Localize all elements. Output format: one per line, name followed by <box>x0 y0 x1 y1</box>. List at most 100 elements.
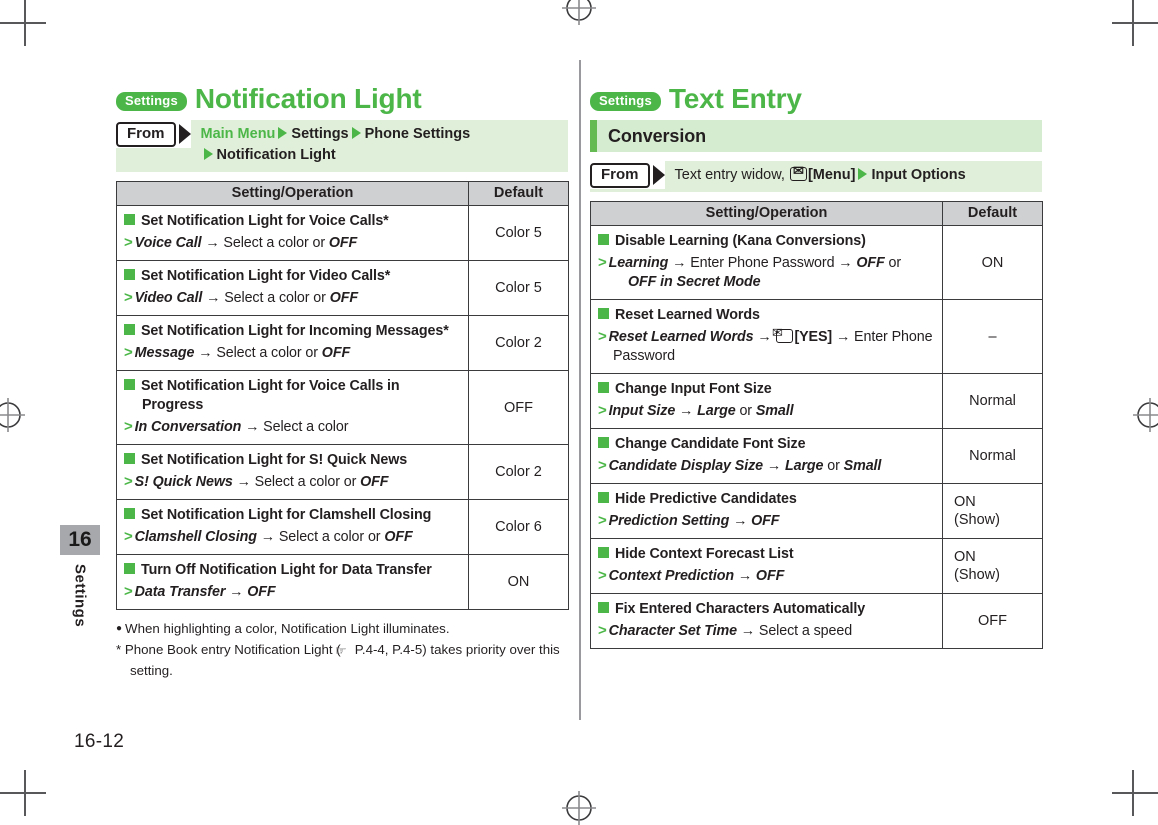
default-value-cell: Normal <box>942 373 1043 430</box>
step-line2: OFF in Secret Mode <box>628 274 761 291</box>
setting-title-text: Fix Entered Characters Automatically <box>615 601 866 618</box>
setting-operation-cell: Set Notification Light for S! Quick News… <box>116 444 469 501</box>
green-square-icon <box>598 382 609 394</box>
crop-mark-top-left-horizontal <box>0 22 46 24</box>
step-chevron-icon: > <box>598 402 607 420</box>
default-value-cell: Color 2 <box>468 444 569 501</box>
default-value-cell: Color 5 <box>468 205 569 262</box>
breadcrumb-input-options: Input Options <box>871 167 966 184</box>
step-tail: OFF <box>360 474 389 491</box>
setting-operation-cell: Set Notification Light for Clamshell Clo… <box>116 499 469 556</box>
setting-step: > Reset Learned Words → ✉ [YES] → Enter Ph… <box>598 326 936 366</box>
step-rest: → Select a color or <box>194 345 322 362</box>
step-chevron-icon: > <box>598 567 607 585</box>
envelope-menu-icon: ✉ <box>772 326 794 344</box>
setting-title-text: Set Notification Light for S! Quick News <box>141 452 408 469</box>
step-menu-name: Learning <box>608 255 669 272</box>
step-tail3: Small <box>755 403 794 420</box>
default-value-cell: ON (Show) <box>942 538 1043 595</box>
from-arrow-icon <box>178 124 191 145</box>
setting-step: > S! Quick News → Select a color or OFF <box>124 472 462 492</box>
left-column: Settings Notification Light From Main Me… <box>116 84 569 681</box>
table-row: Disable Learning (Kana Conversions) > Lea… <box>590 225 1043 301</box>
crop-mark-bottom-left-horizontal <box>0 792 46 794</box>
left-from-path-text: Main Menu Settings Phone Settings Notifica… <box>191 120 477 172</box>
table-row: Change Candidate Font Size > Candidate Di… <box>590 428 1043 485</box>
setting-title: Set Notification Light for Voice Calls* <box>124 212 462 231</box>
setting-step: > Video Call → Select a color or OFF <box>124 288 462 308</box>
setting-operation-cell: Turn Off Notification Light for Data Tra… <box>116 554 469 611</box>
setting-operation-cell: Change Input Font Size > Input Size → Lar… <box>590 373 943 430</box>
step-rest: → Select a color <box>241 419 349 436</box>
default-value-cell: Color 2 <box>468 315 569 372</box>
step-chevron-icon: > <box>124 418 133 436</box>
table-row: Reset Learned Words > Reset Learned Words… <box>590 299 1043 375</box>
setting-operation-cell: Hide Context Forecast List > Context Pred… <box>590 538 943 595</box>
setting-operation-cell: Set Notification Light for Voice Calls* … <box>116 205 469 262</box>
subsection-header: Conversion <box>590 120 1042 153</box>
table-row: Set Notification Light for S! Quick News… <box>116 444 569 501</box>
asterisk-marker: * <box>116 641 122 657</box>
step-rest: → <box>763 458 785 475</box>
step-chevron-icon: > <box>124 583 133 601</box>
envelope-menu-icon: ✉ <box>789 164 807 182</box>
left-from-path-band: From Main Menu Settings Phone Settings Not… <box>116 120 568 173</box>
step-chevron-icon: > <box>598 512 607 530</box>
subsection-accent-bar <box>590 120 597 153</box>
right-section-heading: Settings Text Entry <box>590 84 1042 113</box>
step-rest: → Select a speed <box>736 623 853 640</box>
setting-step: > Message → Select a color or OFF <box>124 343 462 363</box>
step-tail: OFF <box>856 255 885 272</box>
breadcrumb-phone-settings: Phone Settings <box>364 126 471 143</box>
left-section-heading: Settings Notification Light <box>116 84 568 113</box>
step-menu-name: S! Quick News <box>134 474 233 491</box>
page-number: 16-12 <box>74 731 125 752</box>
column-header-setting-operation: Setting/Operation <box>590 201 943 227</box>
setting-step: > In Conversation → Select a color <box>124 417 462 437</box>
default-value-cell: OFF <box>468 370 569 446</box>
green-square-icon <box>598 234 609 246</box>
setting-operation-cell: Reset Learned Words > Reset Learned Words… <box>590 299 943 375</box>
default-value-line2: (Show) <box>954 512 1000 529</box>
footnote-asterisk: * Phone Book entry Notification Light (☞… <box>116 640 568 680</box>
default-value-cell: ON (Show) <box>942 483 1043 540</box>
setting-step: > Clamshell Closing → Select a color or O… <box>124 527 462 547</box>
right-from-path-text: Text entry widow, ✉ [Menu] Input Options <box>665 161 972 192</box>
right-spec-table: Setting/Operation Default Disable Learni… <box>590 201 1043 650</box>
step-tail: OFF <box>247 584 276 601</box>
menu-key-label: [Menu] <box>807 167 856 184</box>
green-square-icon <box>598 602 609 614</box>
from-badge: From <box>116 121 176 147</box>
table-row: Set Notification Light for Video Calls* … <box>116 260 569 317</box>
settings-tag-badge: Settings <box>116 92 187 112</box>
setting-title: Change Input Font Size <box>598 380 936 399</box>
setting-step: > Data Transfer → OFF <box>124 582 462 602</box>
step-menu-name: In Conversation <box>134 419 242 436</box>
breadcrumb-notification-light: Notification Light <box>216 147 336 164</box>
step-menu-name: Video Call <box>134 290 203 307</box>
step-menu-name: Context Prediction <box>608 568 734 585</box>
setting-title-text: Hide Context Forecast List <box>615 546 794 563</box>
setting-operation-cell: Fix Entered Characters Automatically > Ch… <box>590 593 943 650</box>
step-rest: → <box>225 584 248 601</box>
setting-title-text: Change Candidate Font Size <box>615 436 806 453</box>
setting-step: > Input Size → Large or Small <box>598 401 936 421</box>
subsection-title: Conversion <box>608 125 707 146</box>
column-header-default: Default <box>942 201 1043 227</box>
setting-title-text: Set Notification Light for Incoming Mess… <box>141 323 449 340</box>
setting-title-text: Set Notification Light for Video Calls* <box>141 268 391 285</box>
setting-operation-cell: Disable Learning (Kana Conversions) > Lea… <box>590 225 943 301</box>
table-row: Hide Context Forecast List > Context Pred… <box>590 538 1043 595</box>
left-spec-table: Setting/Operation Default Set Notificati… <box>116 181 569 611</box>
step-menu-name: Data Transfer <box>134 584 226 601</box>
setting-title: Set Notification Light for Incoming Mess… <box>124 322 462 341</box>
chevron-right-icon <box>858 168 868 181</box>
settings-tag-badge: Settings <box>590 92 661 112</box>
default-value-cell: ON <box>942 225 1043 301</box>
setting-title: Disable Learning (Kana Conversions) <box>598 232 936 251</box>
footnote-bullet: ● When highlighting a color, Notification… <box>116 619 568 638</box>
green-square-icon <box>124 563 135 575</box>
step-menu-name: Clamshell Closing <box>134 529 257 546</box>
table-row: Set Notification Light for Incoming Mess… <box>116 315 569 372</box>
footnote-reference: P.4-4, P.4-5 <box>354 641 423 657</box>
